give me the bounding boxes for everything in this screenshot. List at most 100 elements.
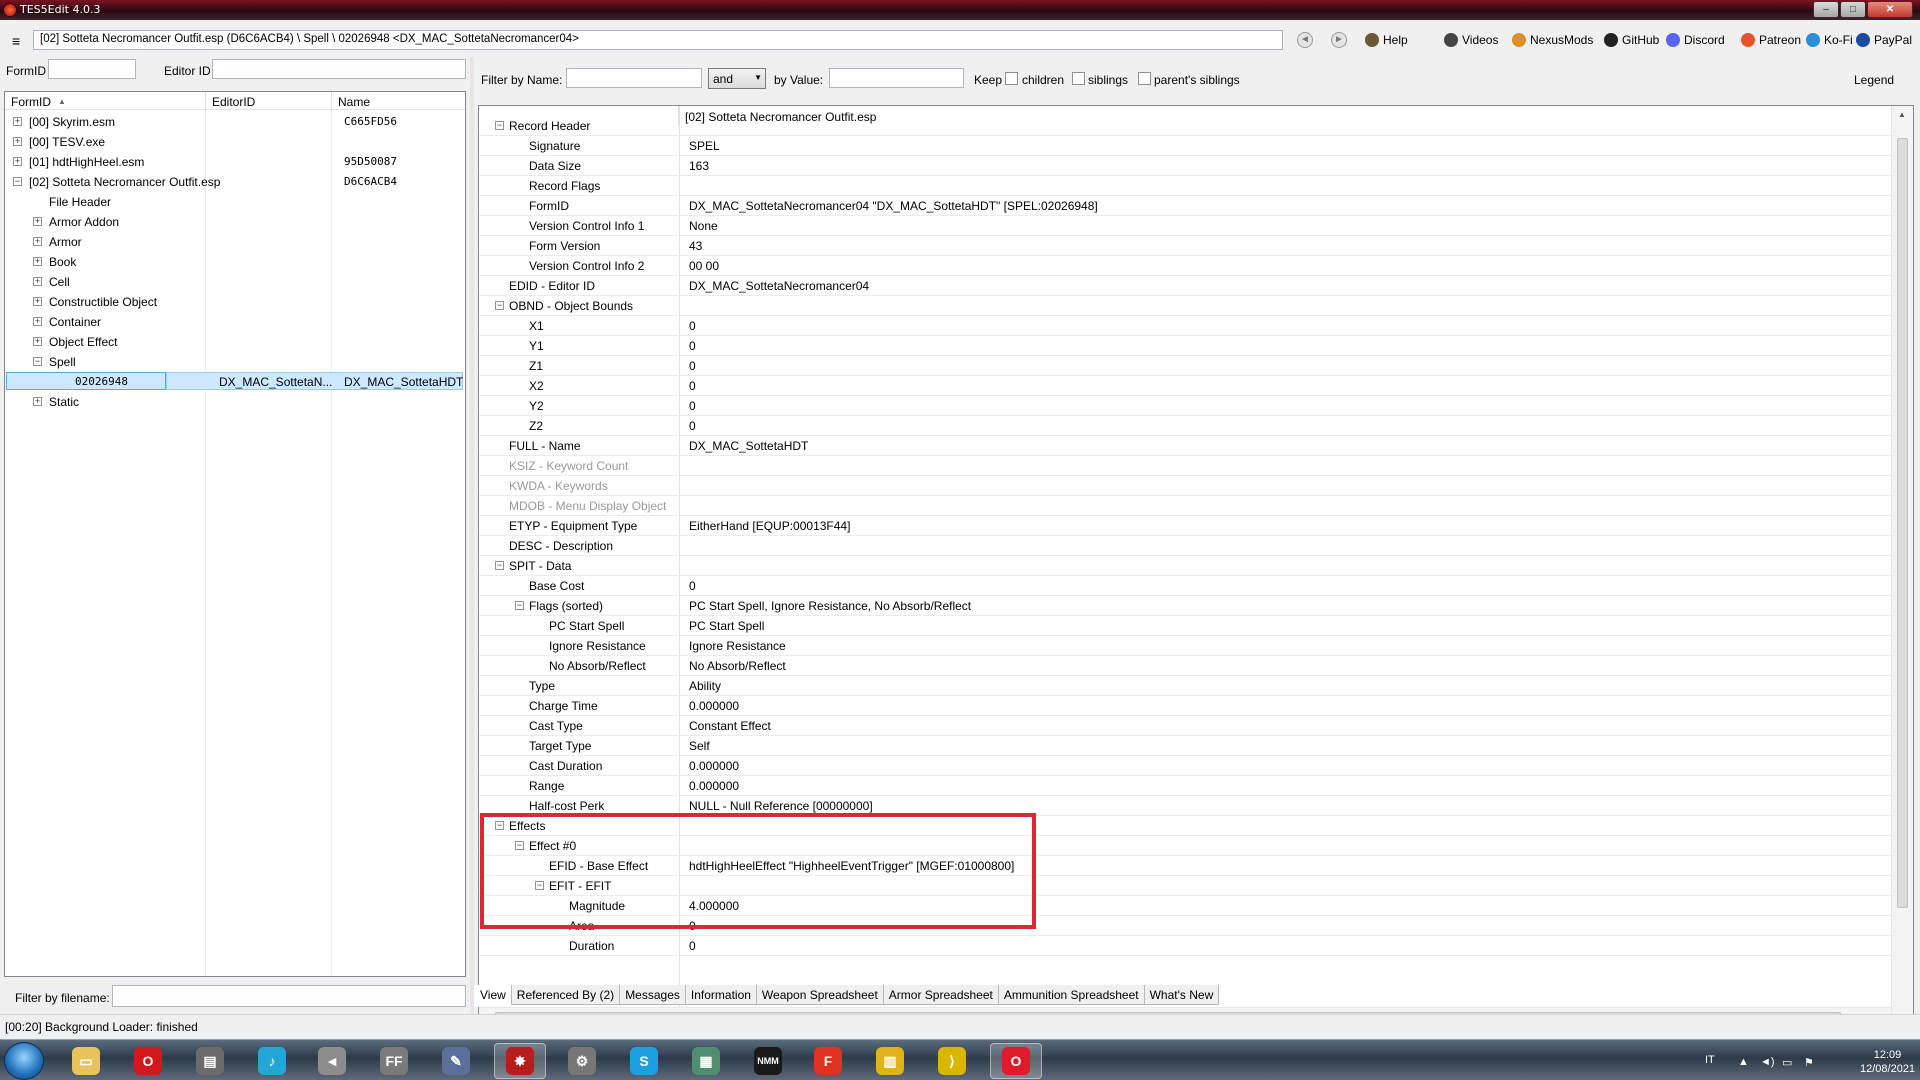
- grid-row[interactable]: Cast Duration 0.000000: [479, 756, 1891, 776]
- taskbar-app[interactable]: FF: [368, 1043, 420, 1079]
- menu-icon[interactable]: ≡: [12, 33, 20, 49]
- toolbar-link-videos[interactable]: Videos: [1444, 33, 1498, 47]
- grid-row[interactable]: KWDA - Keywords: [479, 476, 1891, 496]
- col-divider[interactable]: [205, 92, 206, 109]
- grid-row[interactable]: Y1 0: [479, 336, 1891, 356]
- tab-weapon-spreadsheet[interactable]: Weapon Spreadsheet: [755, 985, 884, 1005]
- grid-row[interactable]: Form Version 43: [479, 236, 1891, 256]
- tab-armor-spreadsheet[interactable]: Armor Spreadsheet: [882, 985, 999, 1005]
- toolbar-link-github[interactable]: GitHub: [1604, 33, 1659, 47]
- collapse-icon[interactable]: −: [515, 601, 524, 610]
- tray-expand-icon[interactable]: ▲: [1738, 1056, 1749, 1068]
- formid-input[interactable]: [48, 59, 136, 79]
- tree-row[interactable]: + Container: [5, 312, 465, 332]
- minimize-button[interactable]: –: [1813, 1, 1839, 18]
- taskbar-app[interactable]: ▤: [184, 1043, 236, 1079]
- legend-button[interactable]: Legend: [1854, 73, 1894, 87]
- toolbar-link-patreon[interactable]: Patreon: [1741, 33, 1801, 47]
- tree-row[interactable]: + Static: [5, 392, 465, 412]
- grid-row[interactable]: Cast Type Constant Effect: [479, 716, 1891, 736]
- taskbar-app[interactable]: O: [122, 1043, 174, 1079]
- volume-icon[interactable]: ◄): [1760, 1056, 1775, 1068]
- collapse-icon[interactable]: −: [495, 301, 504, 310]
- back-icon[interactable]: ◄: [1297, 32, 1313, 48]
- taskbar-app[interactable]: NMM: [742, 1043, 794, 1079]
- taskbar-app[interactable]: ▥: [864, 1043, 916, 1079]
- grid-row[interactable]: PC Start Spell PC Start Spell: [479, 616, 1891, 636]
- taskbar-app[interactable]: ✸: [494, 1043, 546, 1079]
- taskbar-app[interactable]: ✎: [430, 1043, 482, 1079]
- tree-row[interactable]: 02026948 DX_MAC_SottetaN... DX_MAC_Sotteta…: [5, 372, 465, 392]
- toolbar-link-nexusmods[interactable]: NexusMods: [1512, 33, 1593, 47]
- taskbar-app[interactable]: ⟩: [926, 1043, 978, 1079]
- grid-row[interactable]: DESC - Description: [479, 536, 1891, 556]
- grid-row[interactable]: Ignore Resistance Ignore Resistance: [479, 636, 1891, 656]
- filter-value-input[interactable]: [829, 68, 964, 88]
- col-name[interactable]: Name: [338, 95, 370, 109]
- tree-row[interactable]: + [00] TESV.exe: [5, 132, 465, 152]
- taskbar-app[interactable]: O: [990, 1043, 1042, 1079]
- grid-row[interactable]: Z1 0: [479, 356, 1891, 376]
- grid-row[interactable]: − Flags (sorted) PC Start Spell, Ignore Re…: [479, 596, 1891, 616]
- editorid-input[interactable]: [212, 59, 466, 79]
- toolbar-link-help[interactable]: Help: [1365, 33, 1408, 47]
- tree-row[interactable]: − Spell: [5, 352, 465, 372]
- taskbar-app[interactable]: ♪: [246, 1043, 298, 1079]
- grid-row[interactable]: Version Control Info 1 None: [479, 216, 1891, 236]
- grid-row[interactable]: X2 0: [479, 376, 1891, 396]
- grid-row[interactable]: − Record Header: [479, 116, 1891, 136]
- scroll-up-icon[interactable]: ▲: [1898, 110, 1906, 119]
- close-button[interactable]: ✕: [1867, 1, 1913, 18]
- collapse-icon[interactable]: −: [495, 121, 504, 130]
- expand-icon[interactable]: +: [33, 337, 42, 346]
- parents-siblings-checkbox[interactable]: [1138, 72, 1151, 85]
- tree-row[interactable]: + [00] Skyrim.esm C665FD56: [5, 112, 465, 132]
- grid-row[interactable]: Range 0.000000: [479, 776, 1891, 796]
- tree-row[interactable]: + [01] hdtHighHeel.esm 95D50087: [5, 152, 465, 172]
- taskbar-app[interactable]: ◄: [306, 1043, 358, 1079]
- record-path-field[interactable]: [02] Sotteta Necromancer Outfit.esp (D6C…: [33, 30, 1283, 50]
- tab-referenced-by-2[interactable]: Referenced By (2): [510, 985, 621, 1005]
- tab-what-s-new[interactable]: What's New: [1143, 985, 1220, 1005]
- tree-row[interactable]: + Book: [5, 252, 465, 272]
- tree-row[interactable]: + Armor: [5, 232, 465, 252]
- col-formid[interactable]: FormID: [11, 95, 51, 109]
- collapse-icon[interactable]: −: [33, 357, 42, 366]
- expand-icon[interactable]: +: [33, 317, 42, 326]
- language-indicator[interactable]: IT: [1705, 1054, 1715, 1066]
- grid-row[interactable]: FormID DX_MAC_SottetaNecromancer04 "DX_MA…: [479, 196, 1891, 216]
- vertical-scrollbar[interactable]: ▲ ▼: [1891, 106, 1913, 1027]
- expand-icon[interactable]: +: [33, 277, 42, 286]
- grid-row[interactable]: No Absorb/Reflect No Absorb/Reflect: [479, 656, 1891, 676]
- expand-icon[interactable]: +: [13, 137, 22, 146]
- tab-ammunition-spreadsheet[interactable]: Ammunition Spreadsheet: [997, 985, 1145, 1005]
- toolbar-link-ko-fi[interactable]: Ko-Fi: [1806, 33, 1853, 47]
- grid-row[interactable]: EDID - Editor ID DX_MAC_SottetaNecromance…: [479, 276, 1891, 296]
- col-editorid[interactable]: EditorID: [212, 95, 255, 109]
- grid-row[interactable]: MDOB - Menu Display Object: [479, 496, 1891, 516]
- tab-information[interactable]: Information: [684, 985, 757, 1005]
- siblings-checkbox[interactable]: [1072, 72, 1085, 85]
- grid-row[interactable]: Type Ability: [479, 676, 1891, 696]
- grid-row[interactable]: − OBND - Object Bounds: [479, 296, 1891, 316]
- start-button[interactable]: [4, 1042, 44, 1080]
- grid-row[interactable]: X1 0: [479, 316, 1891, 336]
- collapse-icon[interactable]: −: [495, 561, 504, 570]
- grid-row[interactable]: KSIZ - Keyword Count: [479, 456, 1891, 476]
- taskbar-app[interactable]: ▭: [60, 1043, 112, 1079]
- expand-icon[interactable]: +: [13, 157, 22, 166]
- grid-row[interactable]: Y2 0: [479, 396, 1891, 416]
- grid-row[interactable]: Version Control Info 2 00 00: [479, 256, 1891, 276]
- col-divider[interactable]: [331, 92, 332, 109]
- forward-icon[interactable]: ►: [1331, 32, 1347, 48]
- expand-icon[interactable]: +: [33, 217, 42, 226]
- tree-row[interactable]: + Object Effect: [5, 332, 465, 352]
- expand-icon[interactable]: +: [33, 397, 42, 406]
- grid-row[interactable]: Record Flags: [479, 176, 1891, 196]
- grid-row[interactable]: − SPIT - Data: [479, 556, 1891, 576]
- tree-row[interactable]: File Header: [5, 192, 465, 212]
- grid-row[interactable]: Duration 0: [479, 936, 1891, 956]
- expand-icon[interactable]: +: [33, 297, 42, 306]
- grid-row[interactable]: Z2 0: [479, 416, 1891, 436]
- tree-row[interactable]: + Armor Addon: [5, 212, 465, 232]
